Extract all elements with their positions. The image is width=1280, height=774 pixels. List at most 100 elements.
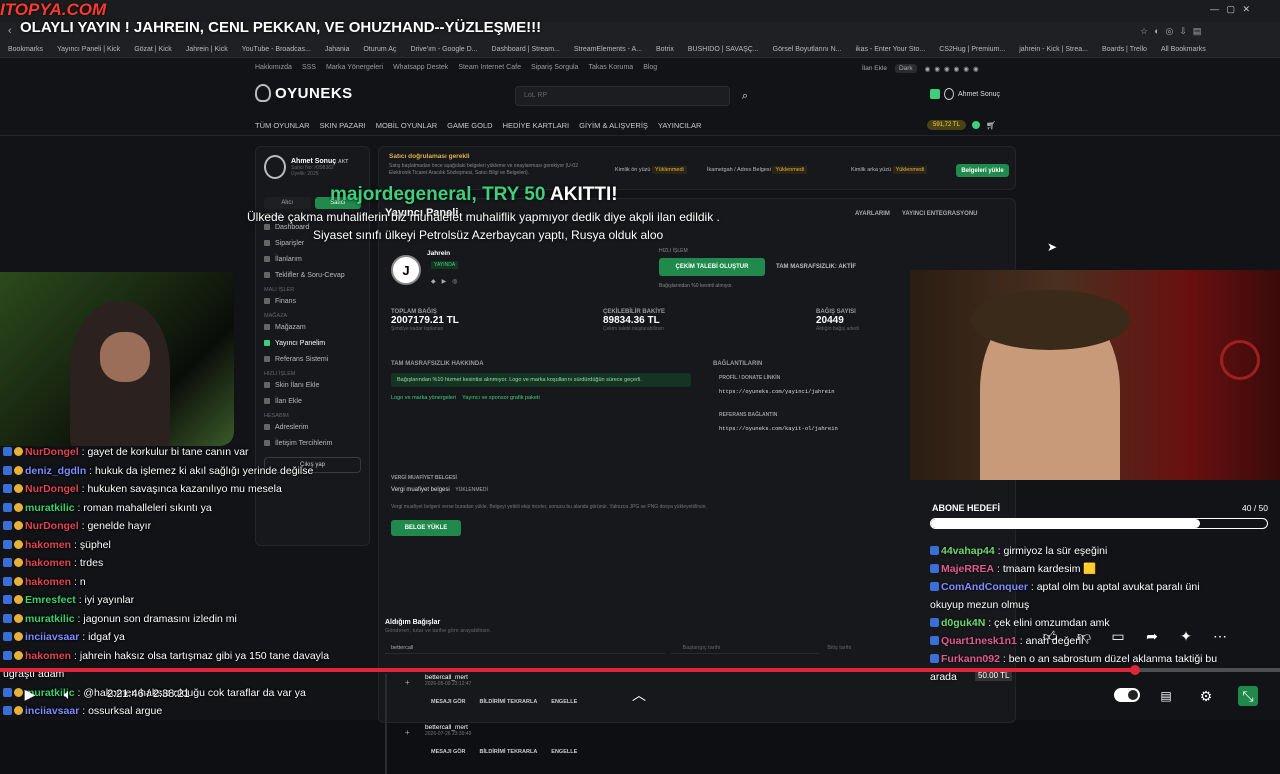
donation-action-button[interactable]: MESAJI GÖR xyxy=(431,749,466,755)
chevron-up-icon[interactable]: ︿ xyxy=(629,685,649,705)
top-nav-link[interactable]: Takas Koruma xyxy=(588,64,633,71)
settings-gear-icon[interactable]: ⚙ xyxy=(1196,686,1216,706)
sidebar-item[interactable]: Mağazam xyxy=(264,319,361,335)
verify-text: Satış başlatmadan önce aşağıdaki belgele… xyxy=(389,163,578,176)
main-nav-item[interactable]: HEDİYE KARTLARI xyxy=(503,121,570,130)
play-icon[interactable]: ▶ xyxy=(20,684,40,704)
chat-text: tmaam kardesim 🟨 xyxy=(1002,563,1097,575)
donation-action-button[interactable]: BİLDİRİMİ TEKRARLA xyxy=(480,749,538,755)
bookmark-item[interactable]: Boards | Trello xyxy=(1102,46,1147,53)
expand-icon[interactable]: + xyxy=(405,728,410,737)
captions-icon[interactable]: ▤ xyxy=(1156,686,1176,706)
autoplay-toggle[interactable] xyxy=(1114,688,1140,702)
chat-message: 44vahap44 : girmiyoz la sür eşeğini xyxy=(930,542,1278,560)
volume-icon[interactable]: 🔈︎ xyxy=(58,684,78,704)
back-icon[interactable]: ‹ xyxy=(8,25,12,37)
brand-guide-link[interactable]: Logo ve marka yönergeleri xyxy=(391,395,456,401)
sidebar-item[interactable]: Adreslerim xyxy=(264,419,361,435)
like-icon[interactable]: 👍︎ xyxy=(1040,626,1060,646)
sidebar-item[interactable]: İlanlarım xyxy=(264,251,361,267)
balance-area[interactable]: 591,72 TL 🛒︎ xyxy=(927,120,996,130)
tab-alici[interactable]: Alıcı xyxy=(264,197,311,209)
comment-icon[interactable]: ▭ xyxy=(1108,626,1128,646)
date-start-input[interactable]: Başlangıç tarihi xyxy=(670,643,820,654)
ilan-ekle-link[interactable]: İlan Ekle xyxy=(862,65,887,72)
upload-documents-button[interactable]: Belgeleri yükle xyxy=(956,164,1009,177)
seek-bar[interactable] xyxy=(0,668,1280,672)
sidebar-item[interactable]: Yayıncı Panelim xyxy=(264,335,361,351)
bookmark-item[interactable]: Dashboard | Stream... xyxy=(492,46,560,53)
site-search-input[interactable]: LoL RP xyxy=(515,86,730,106)
sidebar-item[interactable]: İlan Ekle xyxy=(264,393,361,409)
donation-action-button[interactable]: MESAJI GÖR xyxy=(431,699,466,705)
main-nav-item[interactable]: TÜM OYUNLAR xyxy=(255,121,310,130)
exit-fullscreen-icon[interactable]: ⤡ xyxy=(1238,686,1258,706)
sidebar-item[interactable]: Teklifler & Soru-Cevap xyxy=(264,267,361,283)
remix-icon[interactable]: ✦ xyxy=(1176,626,1196,646)
bookmark-item[interactable]: Botrix xyxy=(656,46,674,53)
site-top-nav: Hakkımızda SSS Marka Yönergeleri Whatsapp D… xyxy=(255,64,657,71)
chat-badge-icon xyxy=(14,595,23,604)
sidebar-item-label: Skin İlanı Ekle xyxy=(275,381,320,389)
bookmark-item[interactable]: CS2Hug | Premium... xyxy=(939,46,1005,53)
withdraw-button[interactable]: ÇEKİM TALEBİ OLUŞTUR xyxy=(659,258,765,276)
user-menu[interactable]: Ahmet Sonuç xyxy=(930,88,1000,100)
main-nav-item[interactable]: GAME GOLD xyxy=(447,121,492,130)
bookmark-item[interactable]: ikas - Enter Your Sto... xyxy=(856,46,926,53)
social-icons[interactable]: ◉◉◉◉◉◉ xyxy=(925,65,983,73)
browser-extension-icons[interactable]: ☆◐◎⇩▤ xyxy=(1140,26,1207,37)
sidebar-item[interactable]: Referans Sistemi xyxy=(264,351,361,367)
top-nav-link[interactable]: Hakkımızda xyxy=(255,64,292,71)
bookmark-item[interactable]: StreamElements - A... xyxy=(574,46,642,53)
share-icon[interactable]: ➦ xyxy=(1142,626,1162,646)
bookmark-item[interactable]: BUSHIDO | SAVAŞÇ... xyxy=(688,46,759,53)
graphics-pack-link[interactable]: Yayıncı ve sponsor grafik paketi xyxy=(462,395,540,401)
main-nav-item[interactable]: SKIN PAZARI xyxy=(320,121,366,130)
tab-ayarlarim[interactable]: AYARLARIM xyxy=(855,211,890,217)
expand-icon[interactable]: + xyxy=(405,678,410,687)
top-nav-link[interactable]: Steam Internet Cafe xyxy=(458,64,521,71)
tab-yayinci-entegrasyonu[interactable]: YAYINCI ENTEGRASYONU xyxy=(902,211,978,217)
chat-separator: : xyxy=(71,649,80,662)
chat-badge-icon xyxy=(3,687,12,697)
sidebar-item[interactable]: Skin İlanı Ekle xyxy=(264,377,361,393)
chat-text: gayet de korkulur bi tane canın var xyxy=(87,446,249,458)
chat-badge-icon xyxy=(930,546,939,555)
bookmark-item[interactable]: Jahania xyxy=(325,46,350,53)
donation-action-button[interactable]: ENGELLE xyxy=(551,749,577,755)
bookmark-item[interactable]: Görsel Boyutlarını N... xyxy=(773,46,842,53)
top-nav-link[interactable]: Whatsapp Destek xyxy=(393,64,448,71)
sidebar-item-icon xyxy=(264,356,270,362)
search-icon[interactable]: ⌕ xyxy=(733,86,757,106)
bookmark-item[interactable]: YouTube - Broadcas... xyxy=(242,46,311,53)
add-balance-icon[interactable] xyxy=(971,121,980,129)
chat-username: 44vahap44 xyxy=(941,545,995,557)
main-nav-item[interactable]: MOBİL OYUNLAR xyxy=(376,121,437,130)
date-end-input[interactable]: Bitiş tarihi xyxy=(825,643,865,654)
bookmark-item[interactable]: jahrein - Kick | Strea... xyxy=(1019,46,1088,53)
top-nav-link[interactable]: Marka Yönergeleri xyxy=(326,64,383,71)
more-icon[interactable]: ⋯ xyxy=(1210,626,1230,646)
sidebar-item[interactable]: Finans xyxy=(264,293,361,309)
donation-action-button[interactable]: BİLDİRİMİ TEKRARLA xyxy=(480,699,538,705)
top-nav-link[interactable]: SSS xyxy=(302,64,316,71)
theme-toggle[interactable]: Dark xyxy=(894,64,917,73)
main-nav-item[interactable]: GİYİM & ALIŞVERİŞ xyxy=(579,121,648,130)
bookmark-item[interactable]: All Bookmarks xyxy=(1161,46,1206,53)
bookmark-item[interactable]: Jahrein | Kick xyxy=(186,46,228,53)
main-nav-item[interactable]: YAYINCILAR xyxy=(658,121,701,130)
bookmark-item[interactable]: Oturum Aç xyxy=(363,46,396,53)
bookmark-item[interactable]: Yayıncı Paneli | Kick xyxy=(57,46,120,53)
top-nav-link[interactable]: Sipariş Sorgula xyxy=(531,64,578,71)
top-nav-link[interactable]: Blog xyxy=(643,64,657,71)
bookmark-item[interactable]: Bookmarks xyxy=(8,46,43,53)
streamer-social-icons[interactable]: ◆▶◎ xyxy=(431,278,463,285)
dislike-icon[interactable]: 👎︎ xyxy=(1074,626,1094,646)
site-logo[interactable]: OYUNEKS xyxy=(255,84,353,102)
donation-search-input[interactable]: bettercall xyxy=(385,643,665,654)
window-controls[interactable]: — ▢ ✕ xyxy=(1210,4,1250,15)
bookmark-item[interactable]: Drive'ım - Google D... xyxy=(410,46,477,53)
donation-action-button[interactable]: ENGELLE xyxy=(551,699,577,705)
bookmark-item[interactable]: Gözat | Kick xyxy=(134,46,172,53)
cart-icon[interactable]: 🛒︎ xyxy=(986,121,996,130)
